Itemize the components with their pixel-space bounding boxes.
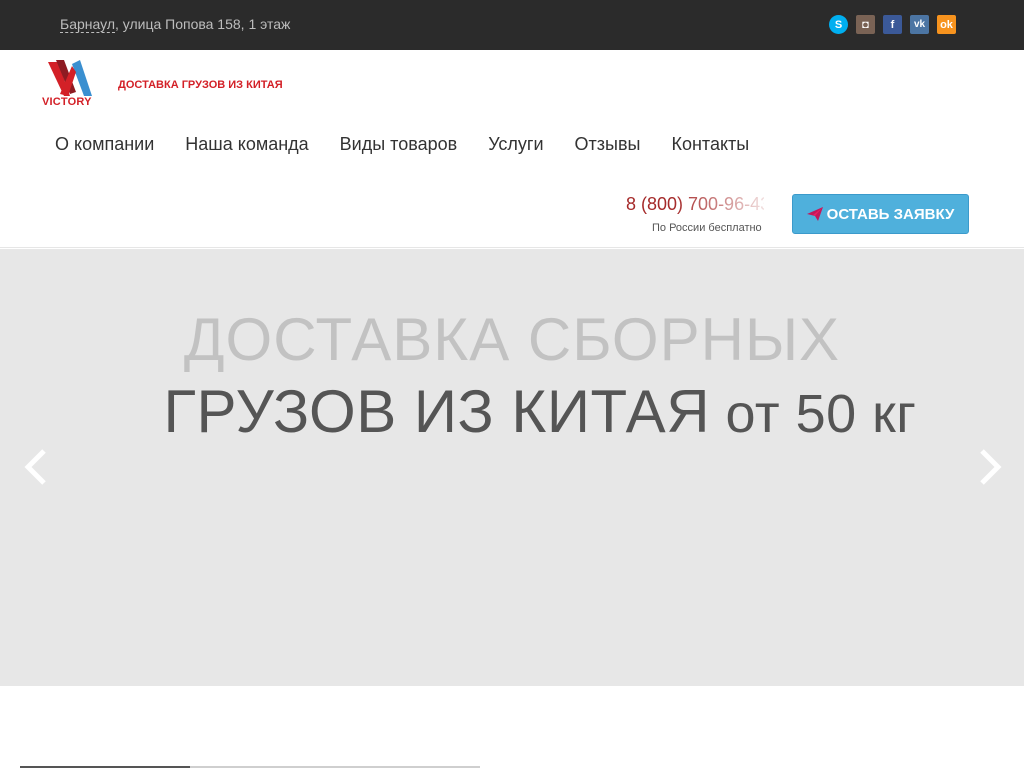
top-bar: Барнаул, улица Попова 158, 1 этаж S ◘ f …: [0, 0, 1024, 50]
hero-title-main: ГРУЗОВ ИЗ КИТАЯ: [163, 378, 711, 445]
nav-item-team[interactable]: Наша команда: [185, 134, 308, 155]
nav-item-reviews[interactable]: Отзывы: [575, 134, 641, 155]
hero-title-suffix: от 50 кг: [710, 384, 917, 444]
request-button[interactable]: ОСТАВЬ ЗАЯВКУ: [792, 194, 969, 234]
address: Барнаул, улица Попова 158, 1 этаж: [60, 16, 291, 33]
main-nav: О компании Наша команда Виды товаров Усл…: [55, 134, 749, 155]
instagram-icon[interactable]: ◘: [856, 15, 875, 34]
logo-text: VICTORY: [42, 96, 92, 108]
phone-number[interactable]: 8 (800) 700-96-43: [626, 194, 764, 215]
city-selector[interactable]: Барнаул: [60, 16, 115, 33]
nav-item-contacts[interactable]: Контакты: [671, 134, 749, 155]
hero-title-line1: ДОСТАВКА СБОРНЫХ: [183, 306, 841, 373]
address-text: , улица Попова 158, 1 этаж: [114, 16, 291, 32]
request-button-label: ОСТАВЬ ЗАЯВКУ: [826, 205, 955, 223]
phone-note: По России бесплатно: [652, 222, 762, 234]
nav-item-products[interactable]: Виды товаров: [340, 134, 458, 155]
paper-plane-icon: [806, 207, 823, 221]
nav-item-services[interactable]: Услуги: [488, 134, 543, 155]
facebook-icon[interactable]: f: [883, 15, 902, 34]
skype-icon[interactable]: S: [829, 15, 848, 34]
hero-slider: ДОСТАВКА СБОРНЫХ ГРУЗОВ ИЗ КИТАЯ от 50 к…: [0, 249, 1024, 686]
slider-next-arrow-icon[interactable]: [974, 447, 1004, 487]
vk-icon[interactable]: vk: [910, 15, 929, 34]
site-header: VICTORY ДОСТАВКА ГРУЗОВ ИЗ КИТАЯ О компа…: [0, 50, 1024, 248]
nav-item-about[interactable]: О компании: [55, 134, 154, 155]
hero-title-line2: ГРУЗОВ ИЗ КИТАЯ от 50 кг: [0, 377, 1024, 446]
slider-prev-arrow-icon[interactable]: [22, 447, 52, 487]
odnoklassniki-icon[interactable]: ok: [937, 15, 956, 34]
tagline: ДОСТАВКА ГРУЗОВ ИЗ КИТАЯ: [118, 79, 283, 91]
